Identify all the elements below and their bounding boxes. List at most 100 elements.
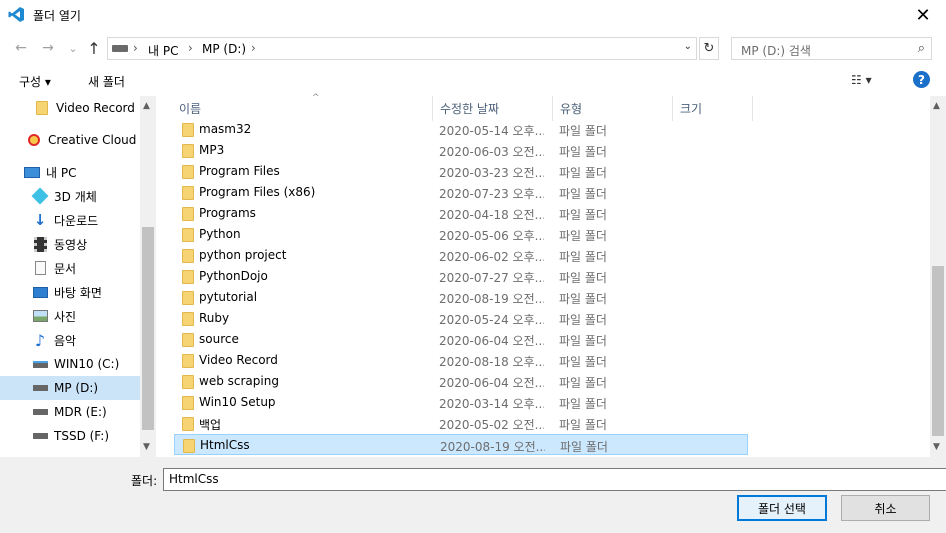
breadcrumb-mp-drive[interactable]: MP (D:) bbox=[202, 42, 246, 56]
file-name: Python bbox=[199, 227, 241, 241]
file-date: 2020-08-18 오후... bbox=[439, 355, 544, 369]
sidebar-item-label: 다운로드 bbox=[54, 213, 99, 228]
sidebar-item-this-pc[interactable]: 내 PC bbox=[0, 160, 140, 184]
organize-button[interactable]: 구성 ▾ bbox=[19, 73, 51, 90]
file-row[interactable]: python project 2020-06-02 오후... 파일 폴더 bbox=[174, 245, 748, 266]
breadcrumb-separator[interactable]: › bbox=[188, 41, 193, 55]
file-list-scrollbar[interactable]: ▲ ▼ bbox=[930, 96, 946, 457]
file-date: 2020-06-04 오전... bbox=[439, 376, 544, 390]
scroll-up-icon[interactable]: ▲ bbox=[143, 101, 150, 111]
recent-locations-button[interactable]: ⌄ bbox=[64, 39, 82, 57]
file-row[interactable]: Programs 2020-04-18 오전... 파일 폴더 bbox=[174, 203, 748, 224]
file-date: 2020-08-19 오전... bbox=[440, 440, 545, 454]
column-header-name[interactable]: 이름 ^ bbox=[172, 93, 433, 121]
folder-icon bbox=[182, 333, 194, 347]
scrollbar-thumb[interactable] bbox=[142, 227, 154, 430]
file-row[interactable]: HtmlCss 2020-08-19 오전... 파일 폴더 bbox=[174, 434, 748, 455]
folder-icon bbox=[182, 165, 194, 179]
address-bar[interactable]: › 내 PC › MP (D:) › ⌄ bbox=[107, 37, 697, 60]
sidebar-item-win10-c[interactable]: WIN10 (C:) bbox=[0, 352, 140, 376]
command-bar: 구성 ▾ 새 폴더 ☷ ▾ ? bbox=[0, 65, 946, 96]
file-type: 파일 폴더 bbox=[559, 271, 607, 285]
file-name: Ruby bbox=[199, 311, 230, 325]
file-name: MP3 bbox=[199, 143, 225, 157]
file-row[interactable]: Program Files 2020-03-23 오전... 파일 폴더 bbox=[174, 161, 748, 182]
3d-objects-icon bbox=[31, 187, 49, 205]
drive-icon bbox=[32, 428, 48, 444]
column-header-type[interactable]: 유형 bbox=[553, 96, 673, 121]
scroll-down-icon[interactable]: ▼ bbox=[933, 442, 940, 452]
sidebar-item-pictures[interactable]: 사진 bbox=[0, 304, 140, 328]
cancel-button[interactable]: 취소 bbox=[841, 495, 930, 521]
file-row[interactable]: Program Files (x86) 2020-07-23 오후... 파일 폴더 bbox=[174, 182, 748, 203]
column-header-label: 이름 bbox=[179, 102, 202, 116]
new-folder-button[interactable]: 새 폴더 bbox=[88, 73, 125, 90]
folder-name-input[interactable]: HtmlCss bbox=[163, 468, 946, 491]
file-row[interactable]: Python 2020-05-06 오후... 파일 폴더 bbox=[174, 224, 748, 245]
column-header-date[interactable]: 수정한 날짜 bbox=[433, 96, 553, 121]
scrollbar-thumb[interactable] bbox=[932, 266, 944, 436]
forward-button[interactable]: → bbox=[39, 39, 57, 57]
scroll-up-icon[interactable]: ▲ bbox=[933, 101, 940, 111]
sidebar-item-video-record[interactable]: Video Record bbox=[0, 96, 140, 120]
file-type: 파일 폴더 bbox=[559, 145, 607, 159]
view-options-button[interactable]: ☷ ▾ bbox=[851, 73, 872, 87]
select-folder-label: 폴더 선택 bbox=[758, 501, 806, 516]
file-name: python project bbox=[199, 248, 287, 262]
close-button[interactable]: ✕ bbox=[900, 0, 946, 31]
sidebar-item-mdr-e[interactable]: MDR (E:) bbox=[0, 400, 140, 424]
sidebar-item-creative-cloud[interactable]: Creative Cloud Fil bbox=[0, 128, 153, 152]
address-dropdown-icon[interactable]: ⌄ bbox=[684, 41, 692, 52]
back-button[interactable]: ← bbox=[12, 39, 30, 57]
file-row[interactable]: 백업 2020-05-02 오전... 파일 폴더 bbox=[174, 413, 748, 434]
folder-icon bbox=[183, 439, 195, 453]
file-row[interactable]: Win10 Setup 2020-03-14 오후... 파일 폴더 bbox=[174, 392, 748, 413]
up-button[interactable]: ↑ bbox=[85, 39, 103, 58]
file-name: HtmlCss bbox=[200, 438, 250, 452]
file-name: PythonDojo bbox=[199, 269, 268, 283]
scroll-down-icon[interactable]: ▼ bbox=[143, 442, 150, 452]
file-row[interactable]: Ruby 2020-05-24 오후... 파일 폴더 bbox=[174, 308, 748, 329]
breadcrumb-separator[interactable]: › bbox=[133, 41, 138, 55]
sidebar-item-downloads[interactable]: ↓ 다운로드 bbox=[0, 208, 140, 232]
file-date: 2020-05-02 오전... bbox=[439, 418, 544, 432]
sidebar-item-tssd-f[interactable]: TSSD (F:) bbox=[0, 424, 140, 448]
folder-icon bbox=[182, 312, 194, 326]
drive-icon bbox=[32, 404, 48, 420]
file-row[interactable]: pytutorial 2020-08-19 오전... 파일 폴더 bbox=[174, 287, 748, 308]
file-name: Programs bbox=[199, 206, 256, 220]
search-input[interactable]: MP (D:) 검색 ⌕ bbox=[731, 37, 932, 60]
sidebar-item-label: 사진 bbox=[54, 309, 77, 324]
sort-ascending-icon: ^ bbox=[312, 93, 320, 103]
help-button[interactable]: ? bbox=[913, 71, 930, 88]
breadcrumb-this-pc[interactable]: 내 PC bbox=[148, 42, 178, 59]
document-icon bbox=[32, 260, 48, 276]
breadcrumb-separator[interactable]: › bbox=[251, 41, 256, 55]
file-row[interactable]: source 2020-06-04 오전... 파일 폴더 bbox=[174, 329, 748, 350]
file-name: Program Files bbox=[199, 164, 280, 178]
file-row[interactable]: PythonDojo 2020-07-27 오후... 파일 폴더 bbox=[174, 266, 748, 287]
file-date: 2020-06-03 오전... bbox=[439, 145, 544, 159]
folder-icon bbox=[182, 207, 194, 221]
sidebar-item-label: TSSD (F:) bbox=[54, 429, 109, 443]
file-row[interactable]: masm32 2020-05-14 오후... 파일 폴더 bbox=[174, 119, 748, 140]
sidebar-item-label: 동영상 bbox=[54, 237, 88, 252]
navigation-pane-scrollbar[interactable]: ▲ ▼ bbox=[140, 96, 156, 457]
sidebar-item-3d-objects[interactable]: 3D 개체 bbox=[0, 184, 140, 208]
sidebar-item-videos[interactable]: 동영상 bbox=[0, 232, 140, 256]
drive-icon bbox=[112, 45, 128, 52]
sidebar-item-desktop[interactable]: 바탕 화면 bbox=[0, 280, 140, 304]
file-date: 2020-06-04 오전... bbox=[439, 334, 544, 348]
file-date: 2020-08-19 오전... bbox=[439, 292, 544, 306]
sidebar-item-music[interactable]: ♪ 음악 bbox=[0, 328, 140, 352]
sidebar-item-mp-d[interactable]: MP (D:) bbox=[0, 376, 140, 400]
file-row[interactable]: MP3 2020-06-03 오전... 파일 폴더 bbox=[174, 140, 748, 161]
file-row[interactable]: web scraping 2020-06-04 오전... 파일 폴더 bbox=[174, 371, 748, 392]
file-row[interactable]: Video Record 2020-08-18 오후... 파일 폴더 bbox=[174, 350, 748, 371]
select-folder-button[interactable]: 폴더 선택 bbox=[737, 495, 827, 521]
sidebar-item-documents[interactable]: 문서 bbox=[0, 256, 140, 280]
window-title: 폴더 열기 bbox=[33, 9, 81, 23]
file-date: 2020-05-24 오후... bbox=[439, 313, 544, 327]
refresh-button[interactable]: ↻ bbox=[699, 37, 719, 60]
column-header-size[interactable]: 크기 bbox=[673, 96, 753, 121]
